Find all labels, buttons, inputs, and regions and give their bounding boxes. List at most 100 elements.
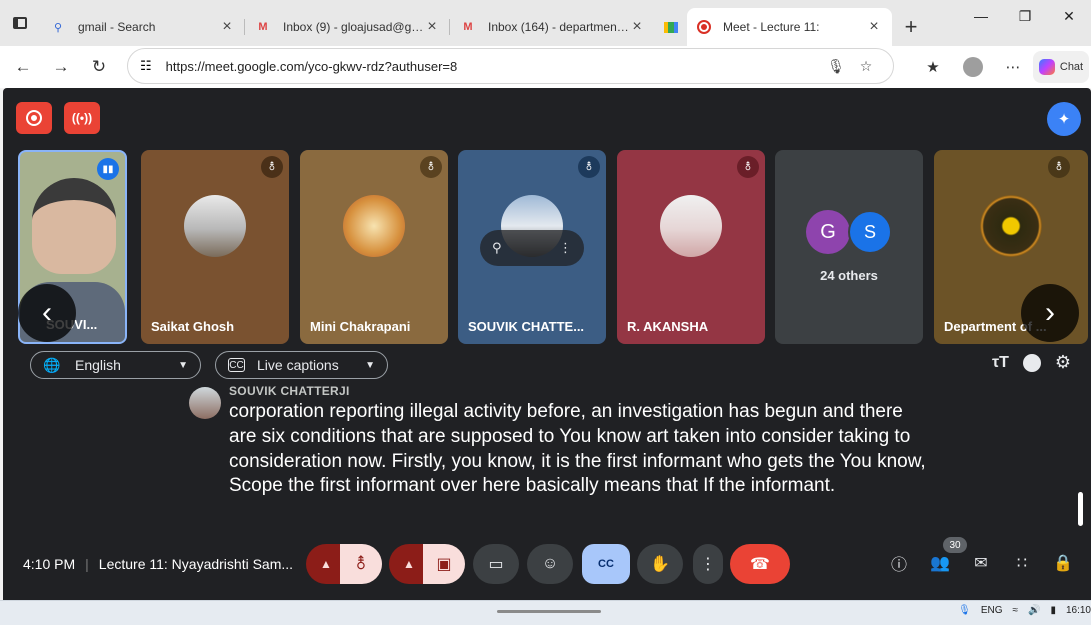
volume-icon[interactable]: 🔊: [1028, 605, 1040, 616]
caption-language-select[interactable]: 🌐 English ▼: [30, 351, 201, 379]
meet-logo-icon: [655, 8, 687, 46]
activities-button[interactable]: ∷: [1007, 548, 1037, 578]
live-stream-button[interactable]: ((•)): [64, 102, 100, 134]
hand-icon: ✋: [650, 556, 670, 573]
tab-title: Meet - Lecture 11:: [723, 20, 820, 34]
favorites-icon[interactable]: ★: [913, 58, 953, 76]
more-options-button[interactable]: ⋮: [693, 544, 723, 584]
text-size-icon[interactable]: τT: [992, 354, 1009, 372]
tab-title: gmail - Search: [78, 20, 156, 34]
raise-hand-button[interactable]: ✋: [637, 544, 683, 584]
meeting-time: 4:10 PM: [23, 556, 76, 572]
camera-toggle-button[interactable]: ▣: [423, 544, 465, 584]
magic-wand-icon: ✦: [1057, 111, 1071, 128]
address-bar[interactable]: ☷ https://meet.google.com/yco-gkwv-rdz?a…: [127, 48, 894, 84]
copilot-chat-button[interactable]: Chat: [1033, 51, 1089, 83]
participant-name: Mini Chakrapani: [310, 319, 411, 334]
restore-icon[interactable]: ❐: [1003, 8, 1047, 25]
wifi-icon[interactable]: ≈: [1013, 605, 1019, 616]
tab-title: Inbox (9) - gloajusad@gmail.com: [283, 20, 424, 34]
chevron-up-icon: ▲: [403, 557, 415, 571]
caption-mode-select[interactable]: CC Live captions ▼: [215, 351, 388, 379]
site-info-icon[interactable]: ☷: [140, 58, 152, 74]
next-participants-button[interactable]: ›: [1021, 284, 1079, 342]
present-screen-icon: ▭: [488, 556, 504, 573]
more-vertical-icon: ⋮: [700, 556, 716, 573]
tab-gmail-search[interactable]: ⚲ gmail - Search ×: [40, 8, 245, 46]
meeting-title: Lecture 11: Nyayadrishti Sam...: [98, 556, 294, 572]
system-tray: 🎙 ENG ≈ 🔊 ▮ 16:10: [958, 605, 1091, 616]
new-tab-button[interactable]: +: [892, 8, 930, 46]
meeting-details-button[interactable]: ⓘ: [884, 548, 914, 578]
participant-tile[interactable]: ⚲ ⋮ ⚨ SOUVIK CHATTE...: [458, 150, 606, 344]
leave-call-button[interactable]: ☎: [730, 544, 790, 584]
tab-inbox-164[interactable]: M Inbox (164) - departmentofl ×: [450, 8, 655, 46]
microphone-toggle-button[interactable]: ⚨: [340, 544, 382, 584]
pin-icon[interactable]: ⚲: [492, 240, 502, 256]
back-button[interactable]: ←: [4, 48, 42, 86]
participant-tile[interactable]: ⚨ Saikat Ghosh: [141, 150, 289, 344]
search-icon: ⚲: [53, 21, 63, 34]
visual-effects-button[interactable]: ✦: [1047, 102, 1081, 136]
meeting-info: 4:10 PM | Lecture 11: Nyayadrishti Sam..…: [23, 556, 293, 572]
copilot-icon: [1038, 59, 1055, 75]
taskbar-handle[interactable]: [497, 610, 601, 613]
microphone-icon[interactable]: 🎙: [821, 58, 851, 75]
tab-inbox-9[interactable]: M Inbox (9) - gloajusad@gmail.com ×: [245, 8, 450, 46]
gear-icon[interactable]: ⚙: [1055, 352, 1071, 373]
mic-off-icon: ⚨: [354, 556, 368, 573]
meet-stage: ((•)) ✦ ▮▮ SOUVI... ⚨ Saikat Ghosh ⚨ Min…: [3, 88, 1091, 600]
others-tile[interactable]: G S 24 others: [775, 150, 923, 344]
participant-tile[interactable]: ⚨ R. AKANSHA: [617, 150, 765, 344]
system-clock[interactable]: 16:10: [1066, 605, 1091, 616]
tab-actions-icon: [13, 17, 27, 29]
battery-icon[interactable]: ▮: [1050, 605, 1056, 616]
minimize-icon[interactable]: —: [959, 8, 1003, 25]
initials-avatar: G: [806, 210, 850, 254]
close-window-icon[interactable]: ✕: [1047, 8, 1091, 25]
caption-color-toggle[interactable]: [1022, 353, 1041, 372]
caret-down-icon: ▼: [178, 359, 188, 371]
previous-participants-button[interactable]: ‹: [18, 284, 76, 342]
captions-toggle-button[interactable]: CC: [582, 544, 630, 584]
caption-scrollbar[interactable]: [1078, 492, 1083, 526]
others-count: 24 others: [820, 268, 878, 283]
present-screen-button[interactable]: ▭: [473, 544, 519, 584]
window-controls: — ❐ ✕: [959, 8, 1091, 25]
forward-button[interactable]: →: [42, 48, 80, 86]
more-options-icon[interactable]: ⋮: [559, 240, 572, 256]
host-controls-button[interactable]: 🔒: [1048, 548, 1078, 578]
reload-button[interactable]: ↻: [80, 48, 118, 86]
caret-down-icon: ▼: [365, 359, 375, 371]
reload-icon: ↻: [91, 57, 107, 76]
language-indicator[interactable]: ENG: [981, 605, 1003, 616]
microphone-icon[interactable]: 🎙: [958, 605, 971, 616]
close-icon[interactable]: ×: [866, 18, 882, 36]
close-icon[interactable]: ×: [629, 18, 645, 36]
chat-button[interactable]: ✉: [966, 548, 996, 578]
video-off-icon: ▣: [436, 556, 452, 573]
star-icon[interactable]: ☆: [851, 58, 881, 75]
emoji-icon: ☺: [541, 555, 559, 572]
chat-label: Chat: [1059, 61, 1084, 73]
participant-name: SOUVIK CHATTE...: [468, 319, 585, 334]
reactions-button[interactable]: ☺: [527, 544, 573, 584]
profile-avatar[interactable]: [963, 57, 983, 77]
recording-button[interactable]: [16, 102, 52, 134]
participant-tile[interactable]: ⚨ Mini Chakrapani: [300, 150, 448, 344]
close-icon[interactable]: ×: [219, 18, 235, 36]
url-text: https://meet.google.com/yco-gkwv-rdz?aut…: [165, 58, 458, 74]
tab-actions-button[interactable]: [0, 0, 40, 46]
globe-icon: 🌐: [43, 356, 61, 373]
close-icon[interactable]: ×: [424, 18, 440, 36]
mic-off-icon: ⚨: [1048, 156, 1070, 178]
tile-hover-controls: ⚲ ⋮: [480, 230, 584, 266]
participant-avatar: [980, 195, 1042, 257]
tab-meet-lecture[interactable]: Meet - Lecture 11: ×: [687, 8, 892, 46]
more-icon[interactable]: ⋯: [993, 58, 1033, 76]
participant-avatar: [660, 195, 722, 257]
mic-off-icon: ⚨: [737, 156, 759, 178]
people-button[interactable]: 👥: [925, 548, 955, 578]
mic-off-icon: ⚨: [578, 156, 600, 178]
toolbar-right: ★ ⋯ Chat: [913, 46, 1091, 88]
